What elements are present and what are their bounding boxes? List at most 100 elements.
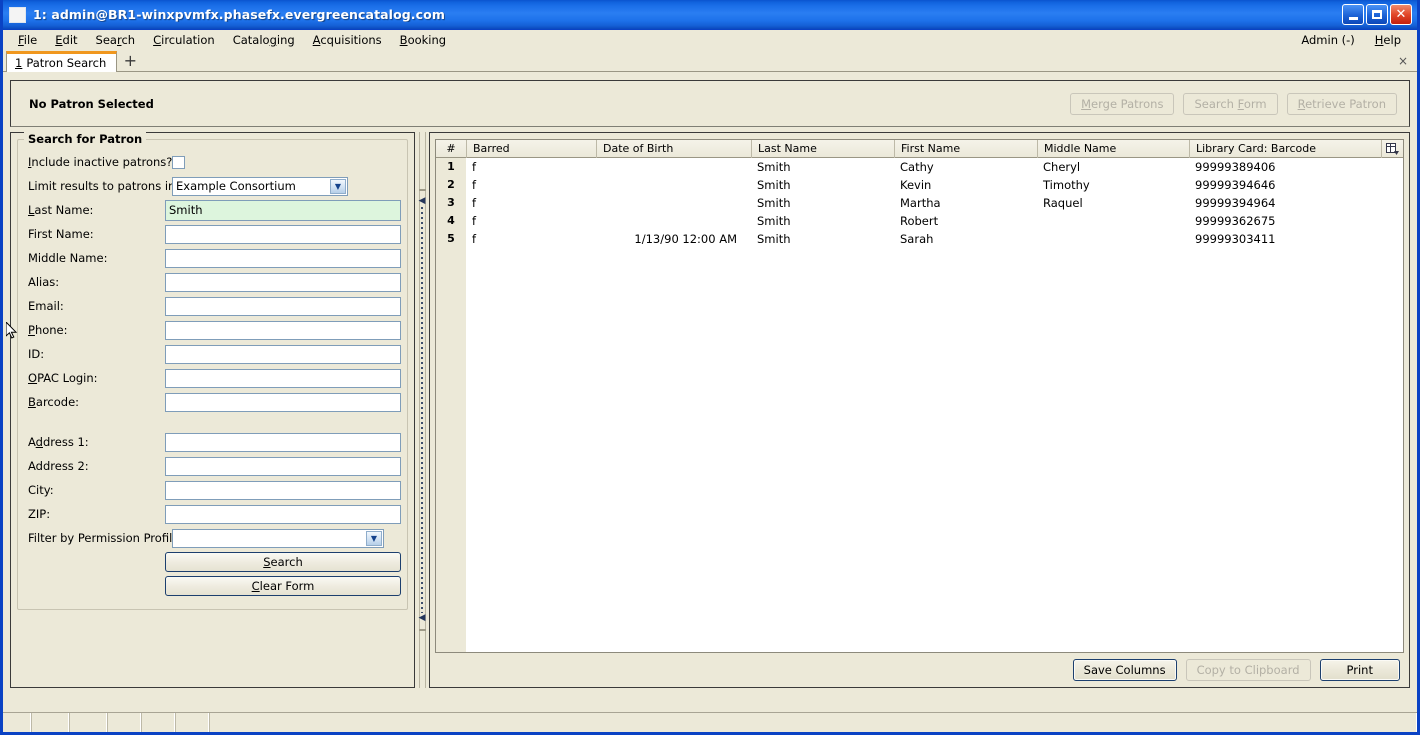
copy-to-clipboard-button[interactable]: Copy to Clipboard [1185, 659, 1311, 681]
column-header-library-card[interactable]: Library Card: Barcode [1189, 140, 1381, 158]
city-input[interactable] [165, 480, 401, 500]
barcode-label: Barcode: [28, 395, 80, 409]
cell-first-name: Sarah [900, 232, 934, 246]
field-row-last-name: Last Name: [24, 198, 401, 222]
title-bar: 1: admin@BR1-winxpvmfx.phasefx.evergreen… [3, 0, 1417, 30]
alias-input[interactable] [165, 272, 401, 292]
row-number: 4 [436, 212, 466, 230]
limit-results-select[interactable]: Example Consortium ▼ [172, 176, 348, 196]
cell-library-card: 99999303411 [1195, 232, 1276, 246]
cell-library-card: 99999394646 [1195, 178, 1276, 192]
table-row[interactable]: 1 f Smith Cathy Cheryl 99999389406 [436, 158, 1403, 176]
chevron-down-icon: ▼ [366, 530, 382, 546]
menu-search[interactable]: Search [87, 31, 145, 49]
cell-library-card: 99999389406 [1195, 160, 1276, 174]
field-row-include-inactive: Include inactive patrons? [24, 150, 401, 174]
menu-bar: File Edit Search Circulation Cataloging … [3, 30, 1417, 50]
merge-patrons-button[interactable]: Merge Patrons [1070, 92, 1175, 115]
column-header-first-name[interactable]: First Name [894, 140, 1037, 158]
close-button[interactable]: ✕ [1390, 4, 1412, 25]
maximize-button[interactable] [1366, 4, 1388, 25]
splitter-collapse-left-icon[interactable]: ◀ [418, 197, 426, 206]
address1-input[interactable] [165, 432, 401, 452]
status-cell-3 [69, 713, 107, 732]
opac-login-input[interactable] [165, 368, 401, 388]
results-header-row: # Barred Date of Birth Last Name First N… [436, 140, 1403, 158]
menu-cataloging[interactable]: Cataloging [224, 31, 304, 49]
address2-input[interactable] [165, 456, 401, 476]
column-header-dob[interactable]: Date of Birth [596, 140, 751, 158]
field-row-barcode: Barcode: [24, 390, 401, 414]
column-header-barred[interactable]: Barred [466, 140, 596, 158]
column-header-last-name[interactable]: Last Name [751, 140, 894, 158]
middle-name-input[interactable] [165, 248, 401, 268]
status-cell-2 [31, 713, 69, 732]
barcode-input[interactable] [165, 392, 401, 412]
include-inactive-checkbox[interactable] [172, 155, 185, 169]
menu-acquisitions[interactable]: Acquisitions [304, 31, 391, 49]
last-name-label: Last Name: [28, 203, 94, 217]
id-input[interactable] [165, 344, 401, 364]
permission-profile-select[interactable]: ▼ [172, 528, 384, 548]
cell-dob [596, 158, 751, 176]
save-columns-button[interactable]: Save Columns [1072, 659, 1177, 681]
status-bar [3, 712, 1417, 732]
email-label: Email: [28, 299, 64, 313]
cell-middle-name [1037, 212, 1189, 230]
search-form-button[interactable]: Search Form [1183, 92, 1278, 115]
address1-label: Address 1: [28, 435, 89, 449]
limit-results-value: Example Consortium [176, 179, 296, 193]
first-name-label: First Name: [28, 227, 94, 241]
content-area: No Patron Selected Merge Patrons Search … [3, 72, 1417, 697]
tab-patron-search[interactable]: 1 Patron Search [6, 51, 118, 72]
first-name-input[interactable] [165, 224, 401, 244]
menu-help[interactable]: Help [1365, 31, 1411, 49]
window-title: 1: admin@BR1-winxpvmfx.phasefx.evergreen… [33, 7, 445, 22]
menu-booking[interactable]: Booking [391, 31, 455, 49]
search-button[interactable]: Search [165, 552, 401, 572]
field-row-id: ID: [24, 342, 401, 366]
row-number: 2 [436, 176, 466, 194]
table-row[interactable]: 5 f 1/13/90 12:00 AM Smith Sarah 9999930… [436, 230, 1403, 248]
search-fieldset-legend: Search for Patron [24, 132, 147, 146]
minimize-button[interactable] [1342, 4, 1364, 25]
phone-input[interactable] [165, 320, 401, 340]
application-window: 1: admin@BR1-winxpvmfx.phasefx.evergreen… [0, 0, 1420, 735]
menu-admin[interactable]: Admin (-) [1291, 31, 1364, 49]
cell-barred: f [472, 196, 477, 210]
tab-bar-close-icon[interactable]: × [1398, 54, 1408, 71]
pane-splitter[interactable]: ◀ ◀ [415, 132, 429, 688]
menu-edit[interactable]: Edit [46, 31, 86, 49]
field-row-search-button: Search [24, 552, 401, 577]
menu-circulation[interactable]: Circulation [144, 31, 224, 49]
last-name-input[interactable] [165, 199, 401, 221]
menu-bar-right: Admin (-) Help [1291, 31, 1411, 49]
retrieve-patron-button[interactable]: Retrieve Patron [1286, 92, 1397, 115]
email-input[interactable] [165, 296, 401, 316]
opac-login-label: OPAC Login: [28, 371, 98, 385]
cell-first-name: Cathy [900, 160, 934, 174]
search-panel: Search for Patron Include inactive patro… [10, 132, 415, 688]
results-panel: # Barred Date of Birth Last Name First N… [429, 132, 1410, 688]
table-row[interactable]: 4 f Smith Robert 99999362675 [436, 212, 1403, 230]
new-tab-button[interactable]: + [119, 51, 141, 71]
table-row[interactable]: 3 f Smith Martha Raquel 99999394964 [436, 194, 1403, 212]
cell-dob [596, 212, 751, 230]
clear-form-button[interactable]: Clear Form [165, 576, 401, 596]
alias-label: Alias: [28, 275, 60, 289]
field-row-clear-button: Clear Form [24, 576, 401, 601]
cell-middle-name: Cheryl [1043, 160, 1081, 174]
address2-label: Address 2: [28, 459, 89, 473]
table-row[interactable]: 2 f Smith Kevin Timothy 99999394646 [436, 176, 1403, 194]
middle-name-label: Middle Name: [28, 251, 108, 265]
column-picker-icon[interactable] [1381, 140, 1403, 158]
row-number: 3 [436, 194, 466, 212]
splitter-nub-top [419, 189, 426, 191]
column-header-middle-name[interactable]: Middle Name [1037, 140, 1189, 158]
zip-input[interactable] [165, 504, 401, 524]
results-grid: # Barred Date of Birth Last Name First N… [435, 139, 1404, 653]
splitter-collapse-left-icon-2[interactable]: ◀ [418, 614, 426, 623]
print-button[interactable]: Print [1319, 659, 1400, 681]
column-header-number[interactable]: # [436, 140, 466, 158]
menu-file[interactable]: File [9, 31, 46, 49]
